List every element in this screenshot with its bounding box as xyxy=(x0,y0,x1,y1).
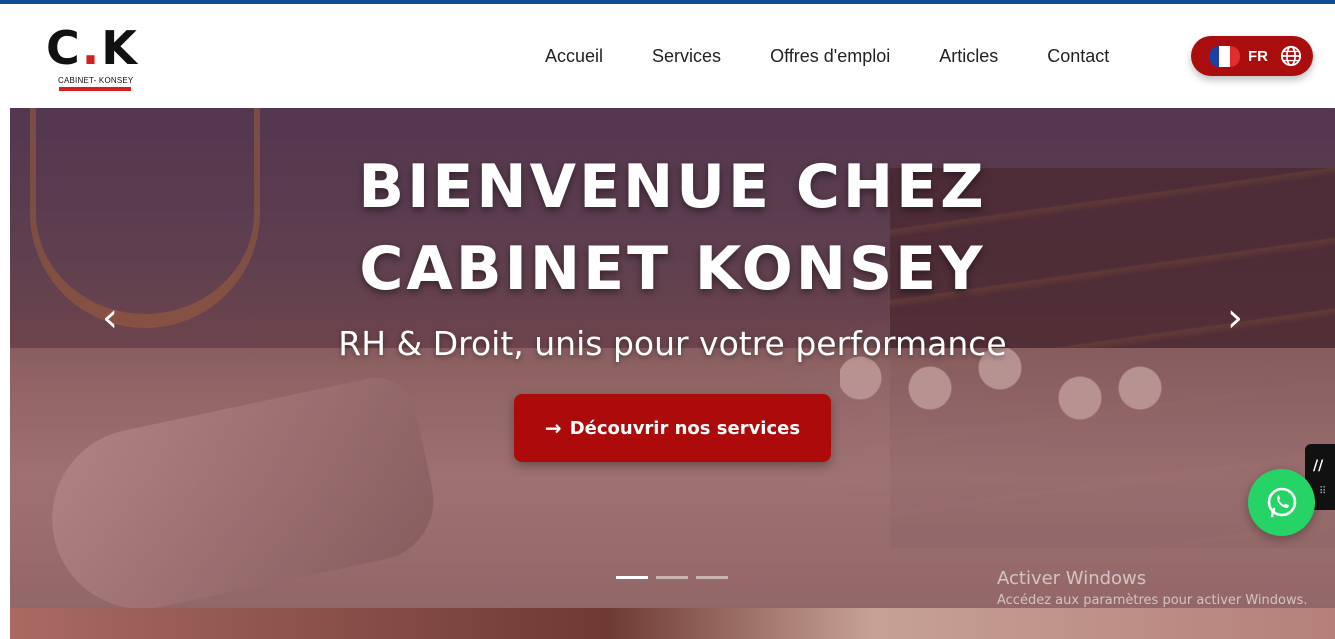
carousel-next-button[interactable]: › xyxy=(1215,298,1255,338)
hero-title: BIENVENUE CHEZ CABINET KONSEY xyxy=(10,146,1335,310)
nav-item-accueil[interactable]: Accueil xyxy=(545,46,603,67)
discover-services-label: Découvrir nos services xyxy=(569,417,801,439)
watermark-line1: Activer Windows xyxy=(997,568,1147,589)
logo-underline xyxy=(59,87,131,91)
globe-icon xyxy=(1280,45,1302,67)
france-flag-icon xyxy=(1209,45,1240,67)
hero-title-line1: BIENVENUE CHEZ xyxy=(358,152,987,222)
next-section-preview xyxy=(10,608,1335,639)
widget-logo-icon: // xyxy=(1313,458,1324,474)
hero-subtitle: RH & Droit, unis pour votre performance xyxy=(338,324,1007,363)
arrow-right-icon: → xyxy=(544,416,562,440)
nav-item-articles[interactable]: Articles xyxy=(939,46,998,67)
whatsapp-button[interactable] xyxy=(1248,469,1315,536)
nav-item-contact[interactable]: Contact xyxy=(1047,46,1109,67)
site-logo[interactable]: C.K CABINET- KONSEY xyxy=(46,24,146,94)
main-nav: Accueil Services Offres d'emploi Article… xyxy=(520,4,1133,108)
language-code: FR xyxy=(1248,47,1268,65)
watermark-line2: Accédez aux paramètres pour activer Wind… xyxy=(997,593,1308,608)
carousel-indicators xyxy=(616,576,736,579)
carousel-indicator-2[interactable] xyxy=(656,576,688,579)
widget-grip-icon: ⠿ xyxy=(1319,486,1327,497)
hero-carousel: BIENVENUE CHEZ CABINET KONSEY RH & Droit… xyxy=(10,108,1335,608)
windows-activation-watermark: Activer Windows Accédez aux paramètres p… xyxy=(997,568,1308,608)
carousel-prev-button[interactable]: ‹ xyxy=(90,298,130,338)
logo-mark: C.K xyxy=(46,21,139,75)
site-header: C.K CABINET- KONSEY Accueil Services Off… xyxy=(0,4,1335,108)
language-switcher[interactable]: FR xyxy=(1191,36,1313,76)
nav-item-services[interactable]: Services xyxy=(652,46,721,67)
logo-subtitle: CABINET- KONSEY xyxy=(58,76,134,85)
carousel-indicator-1[interactable] xyxy=(616,576,648,579)
discover-services-button[interactable]: → Découvrir nos services xyxy=(514,394,831,462)
hero-title-line2: CABINET KONSEY xyxy=(359,234,986,304)
nav-item-offres-emploi[interactable]: Offres d'emploi xyxy=(770,46,890,67)
carousel-indicator-3[interactable] xyxy=(696,576,728,579)
whatsapp-icon xyxy=(1267,487,1296,517)
